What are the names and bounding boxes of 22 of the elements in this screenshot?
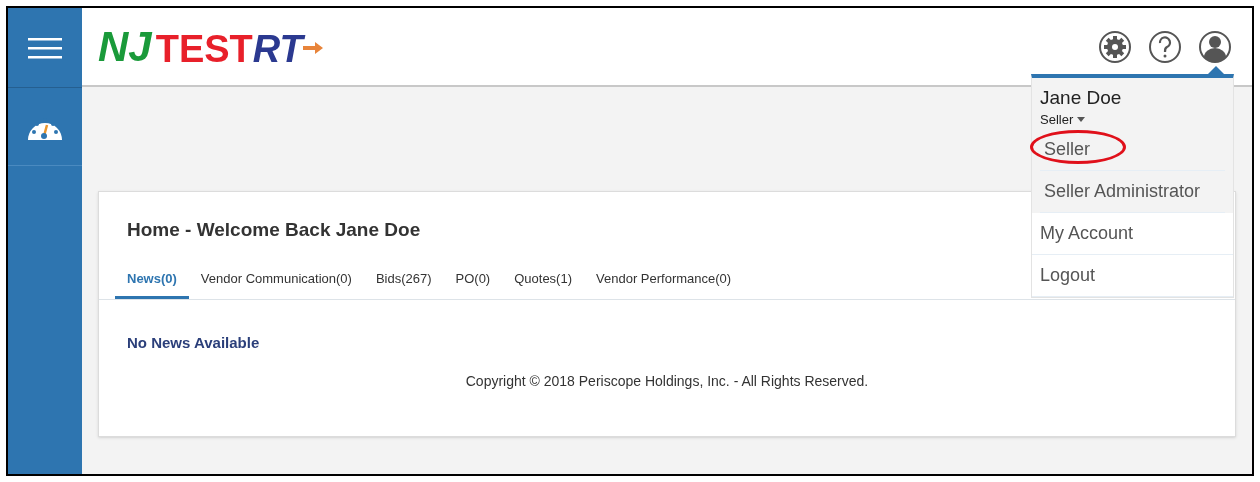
role-dropdown[interactable]: Seller [1040, 109, 1086, 130]
user-avatar-icon[interactable] [1198, 29, 1232, 64]
logo-stamp-text: TEST [155, 29, 253, 68]
role-option[interactable]: Seller [1040, 129, 1095, 171]
tab[interactable]: News(0) [115, 268, 189, 299]
empty-message: No News Available [126, 333, 261, 353]
menu-item[interactable]: Logout [1032, 255, 1233, 298]
logo-brand-text: NJ [98, 25, 152, 68]
card-title: Home - Welcome Back Jane Doe [127, 218, 421, 242]
copyright-text: Copyright © 2018 Periscope Holdings, Inc. - All Rights Reserved. [464, 371, 870, 391]
user-name: Jane Doe [1040, 86, 1123, 110]
menu-item[interactable]: My Account [1032, 213, 1233, 256]
role-option[interactable]: Seller Administrator [1040, 171, 1205, 213]
tab[interactable]: Quotes(1) [502, 268, 584, 299]
tab[interactable]: Vendor Communication(0) [188, 268, 364, 299]
menu-icon[interactable] [28, 36, 62, 59]
help-icon[interactable] [1148, 29, 1182, 64]
caret-icon [1077, 117, 1086, 122]
tab[interactable]: Bids(267) [363, 268, 444, 299]
settings-icon[interactable] [1098, 29, 1132, 64]
tab[interactable]: PO(0) [443, 268, 503, 299]
tab[interactable]: Vendor Performance(0) [584, 268, 744, 299]
